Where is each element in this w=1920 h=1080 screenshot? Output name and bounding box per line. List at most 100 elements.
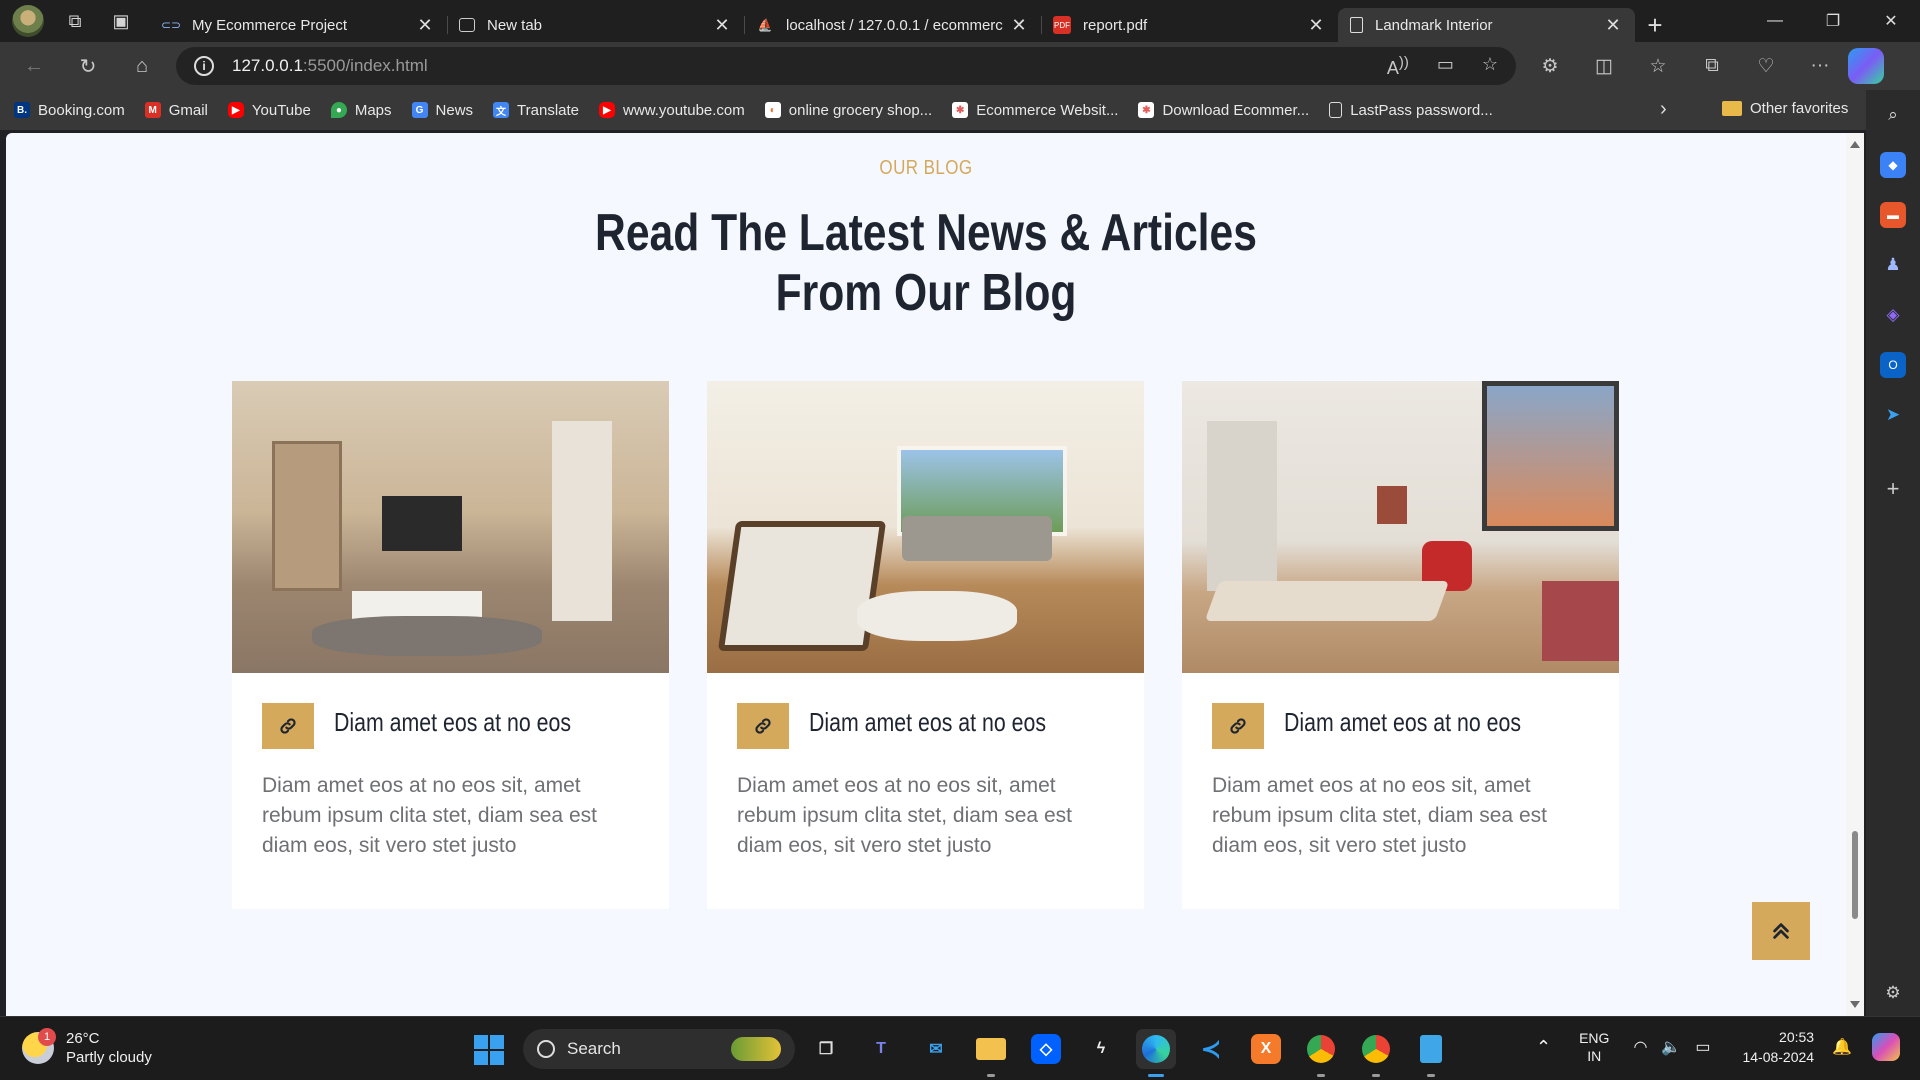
back-to-top-button[interactable] [1752, 902, 1810, 960]
home-icon[interactable]: ⌂ [122, 46, 162, 86]
close-tab-icon[interactable]: ✕ [415, 15, 435, 36]
favorite-youtube-com[interactable]: ▶ www.youtube.com [599, 102, 745, 119]
scroll-up-arrow[interactable] [1850, 141, 1860, 148]
favorite-news[interactable]: G News [411, 102, 473, 119]
copilot-taskbar-icon[interactable] [1872, 1033, 1900, 1061]
chrome-profile-m-icon[interactable] [1301, 1029, 1341, 1077]
blog-image-living-room-tv[interactable] [232, 381, 669, 673]
notepad-icon[interactable] [1411, 1029, 1451, 1077]
chevron-up-icon[interactable]: ⌃ [1536, 1037, 1551, 1058]
xampp-icon[interactable]: X [1251, 1034, 1281, 1064]
extensions-icon[interactable]: ⚙ [1530, 46, 1570, 86]
youtube-icon: ▶ [227, 102, 244, 118]
taskbar-search[interactable]: Search [523, 1029, 795, 1069]
blog-card-title[interactable]: Diam amet eos at no eos [809, 707, 1046, 738]
teams-icon[interactable]: T [861, 1029, 901, 1069]
tab-report-pdf[interactable]: PDF report.pdf ✕ [1041, 8, 1338, 42]
send-icon[interactable]: ➤ [1880, 402, 1906, 428]
profile-avatar[interactable] [12, 5, 44, 37]
favorite-translate[interactable]: 文 Translate [493, 102, 579, 119]
dropbox-icon[interactable]: ◇ [1031, 1034, 1061, 1064]
volume-icon[interactable]: 🔈 [1661, 1037, 1681, 1057]
clock[interactable]: 20:53 14-08-2024 [1742, 1027, 1814, 1067]
close-tab-icon[interactable]: ✕ [712, 15, 732, 36]
link-icon [280, 718, 296, 734]
favorite-grocery[interactable]: ◐ online grocery shop... [764, 102, 932, 119]
favorite-download-ecommerce[interactable]: ✱ Download Ecommer... [1138, 102, 1309, 119]
blog-card[interactable]: Diam amet eos at no eos Diam amet eos at… [707, 381, 1144, 909]
workspaces-icon[interactable]: ⧉ [60, 6, 90, 36]
window-controls: — ❐ ✕ [1746, 0, 1920, 42]
blog-card-title[interactable]: Diam amet eos at no eos [1284, 707, 1521, 738]
favorite-gmail[interactable]: M Gmail [144, 102, 208, 119]
games-icon[interactable]: ♟ [1880, 252, 1906, 278]
search-icon[interactable]: ⌕ [1880, 102, 1906, 128]
favorite-booking[interactable]: B. Booking.com [14, 102, 125, 119]
address-bar[interactable]: i 127.0.0.1:5500/index.html A)) ▭ ☆ [176, 47, 1516, 85]
scroll-down-arrow[interactable] [1850, 1001, 1860, 1008]
tab-actions-icon[interactable]: ▣ [106, 6, 136, 36]
favorite-ecommerce-website[interactable]: ✱ Ecommerce Websit... [952, 102, 1118, 119]
sofa-shape [902, 516, 1052, 561]
refresh-icon[interactable]: ↻ [68, 46, 108, 86]
notification-badge: 1 [38, 1028, 56, 1046]
battery-icon[interactable]: ▭ [1695, 1037, 1710, 1057]
blog-card-title[interactable]: Diam amet eos at no eos [334, 707, 571, 738]
settings-icon[interactable]: ⚙ [1880, 980, 1906, 1006]
file-explorer-icon[interactable] [971, 1029, 1011, 1077]
tab-my-ecommerce-project[interactable]: ⊂⊃ My Ecommerce Project ✕ [150, 8, 447, 42]
tools-icon[interactable]: ▬ [1880, 202, 1906, 228]
link-category-badge[interactable] [737, 703, 789, 749]
edge-icon[interactable] [1136, 1029, 1176, 1077]
close-window-icon[interactable]: ✕ [1862, 0, 1920, 42]
favorite-star-icon[interactable]: ☆ [1482, 54, 1498, 79]
shopping-tag-icon[interactable]: ◆ [1880, 152, 1906, 178]
tab-new-tab[interactable]: New tab ✕ [447, 8, 744, 42]
restore-icon[interactable]: ❐ [1804, 0, 1862, 42]
favorite-lastpass[interactable]: LastPass password... [1329, 102, 1493, 119]
minimize-icon[interactable]: — [1746, 0, 1804, 42]
notifications-bell-icon[interactable]: 🔔 [1832, 1037, 1852, 1057]
tab-landmark-interior[interactable]: Landmark Interior ✕ [1338, 8, 1635, 42]
blog-image-dining-room[interactable] [1182, 381, 1619, 673]
chevron-right-icon[interactable]: › [1660, 98, 1667, 121]
browser-essentials-icon[interactable]: ♡ [1746, 46, 1786, 86]
favorite-youtube[interactable]: ▶ YouTube [227, 102, 311, 119]
add-icon[interactable]: + [1880, 476, 1906, 502]
vscode-icon[interactable]: ≺ [1191, 1029, 1231, 1069]
favorites-icon[interactable]: ☆ [1638, 46, 1678, 86]
read-aloud-icon[interactable]: A)) [1387, 54, 1409, 79]
back-icon[interactable]: ← [14, 46, 54, 86]
site-info-icon[interactable]: i [194, 56, 214, 76]
new-tab-button[interactable]: + [1635, 8, 1675, 42]
tab-phpmyadmin[interactable]: ⛵ localhost / 127.0.0.1 / ecommerc ✕ [744, 8, 1041, 42]
collections-icon[interactable]: ⧉ [1692, 46, 1732, 86]
weather-widget[interactable]: 1 26°C Partly cloudy [22, 1028, 152, 1067]
close-tab-icon[interactable]: ✕ [1603, 15, 1623, 36]
close-tab-icon[interactable]: ✕ [1009, 15, 1029, 36]
wifi-icon[interactable]: ◠ [1633, 1037, 1647, 1057]
chrome-profile-s-icon[interactable] [1356, 1029, 1396, 1077]
mail-icon[interactable]: ✉ [916, 1029, 956, 1069]
favorite-maps[interactable]: ● Maps [330, 102, 392, 119]
task-view-icon[interactable]: ❐ [806, 1029, 846, 1069]
page-scrollbar[interactable] [1846, 133, 1864, 1016]
close-tab-icon[interactable]: ✕ [1306, 15, 1326, 36]
copilot-icon[interactable] [1848, 48, 1884, 84]
language-indicator[interactable]: ENG IN [1579, 1029, 1609, 1065]
blog-image-sunlit-lounge[interactable] [707, 381, 1144, 673]
link-category-badge[interactable] [1212, 703, 1264, 749]
copilot-sidebar-icon[interactable]: ◈ [1880, 302, 1906, 328]
other-favorites[interactable]: Other favorites [1722, 100, 1848, 117]
blog-card[interactable]: Diam amet eos at no eos Diam amet eos at… [1182, 381, 1619, 909]
outlook-icon[interactable]: O [1880, 352, 1906, 378]
more-menu-icon[interactable]: ··· [1800, 46, 1840, 86]
scroll-thumb[interactable] [1852, 831, 1858, 919]
windows-start-icon[interactable] [474, 1035, 504, 1065]
blog-card[interactable]: Diam amet eos at no eos Diam amet eos at… [232, 381, 669, 909]
terminal-icon[interactable]: ϟ [1081, 1029, 1121, 1069]
partly-cloudy-icon: 1 [22, 1028, 56, 1064]
link-category-badge[interactable] [262, 703, 314, 749]
split-screen-icon[interactable]: ◫ [1584, 46, 1624, 86]
immersive-reader-icon[interactable]: ▭ [1437, 54, 1454, 79]
